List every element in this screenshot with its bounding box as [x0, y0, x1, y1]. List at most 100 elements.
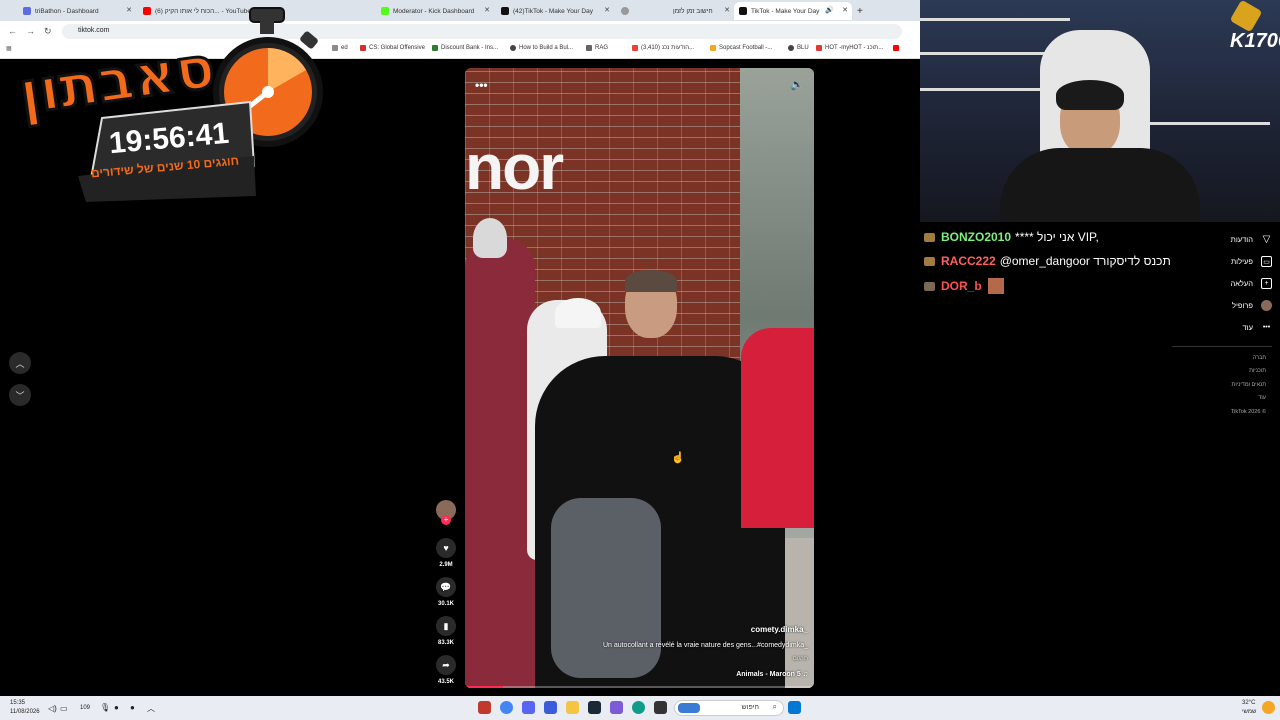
chat-badge-icon: [924, 281, 935, 291]
person-boy-cap: [555, 298, 601, 328]
weather-temp[interactable]: 32°C: [1242, 700, 1255, 706]
comment-button[interactable]: 💬 30.1K: [436, 577, 456, 607]
close-tab-icon[interactable]: ✕: [842, 6, 848, 14]
app-icon[interactable]: [544, 701, 557, 714]
speaker-icon[interactable]: ◁): [48, 704, 57, 713]
bookmark-item[interactable]: Sopcast Football -...: [710, 45, 772, 51]
bookmark-item[interactable]: CS: Global Offensive: [360, 45, 425, 51]
search-placeholder: חיפוש: [741, 704, 759, 711]
share-icon: ➦: [436, 655, 456, 675]
tray-app-icon[interactable]: ●: [114, 703, 119, 712]
app-icon[interactable]: [478, 701, 491, 714]
windows-start-icon[interactable]: [788, 701, 801, 714]
music-label[interactable]: Animals - Maroon 5 ♫: [736, 671, 808, 678]
weather-sun-icon[interactable]: [1262, 701, 1275, 714]
steam-icon[interactable]: [588, 701, 601, 714]
network-icon[interactable]: ▭: [60, 704, 68, 713]
footer-link[interactable]: תנאים ומדיניות: [1232, 382, 1266, 388]
person-left-cap: [473, 218, 507, 258]
bookmark-item[interactable]: (3,410) הודעות נכנ...: [632, 45, 694, 51]
video-player[interactable]: nor ••• 🔈 ☝ comety.dimka_ Un autocollant…: [465, 68, 814, 688]
streamer-hair: [1056, 80, 1124, 110]
clock-date[interactable]: 11/08/2026: [10, 709, 40, 715]
bookmark-icon: ▮: [436, 616, 456, 636]
tab-tiktok-1[interactable]: (42)TikTok - Make Your Day ✕: [496, 2, 614, 20]
follow-plus-icon[interactable]: +: [441, 515, 451, 525]
tiktok-icon: [501, 7, 509, 15]
nav-messages[interactable]: הודעות ▽: [1231, 234, 1272, 245]
nav-profile[interactable]: פרופיל: [1232, 300, 1272, 311]
inbox-icon: ▭: [1261, 256, 1272, 267]
gmail-icon: [632, 45, 638, 51]
globe-icon: [621, 7, 629, 15]
video-progress-bar[interactable]: [465, 686, 814, 688]
clock-time[interactable]: 15:35: [10, 700, 25, 706]
close-tab-icon[interactable]: ✕: [604, 6, 610, 14]
bookmark-item[interactable]: HOT -myHOT - תוכנ...: [816, 45, 883, 51]
creator-avatar-button[interactable]: +: [436, 500, 456, 525]
app-icon[interactable]: [610, 701, 623, 714]
tab-time-calc[interactable]: חישוב זמן לזמן ✕: [616, 2, 734, 20]
more-options-icon[interactable]: •••: [475, 78, 488, 92]
nav-upload[interactable]: העלאה +: [1230, 278, 1272, 289]
footer-link[interactable]: תוכניות: [1249, 368, 1266, 374]
video-username[interactable]: comety.dimka_: [751, 625, 808, 634]
bookmark-item[interactable]: ed: [332, 45, 348, 51]
file-explorer-icon[interactable]: [566, 701, 579, 714]
nav-more[interactable]: עוד •••: [1243, 322, 1272, 333]
discord-icon[interactable]: [522, 701, 535, 714]
tray-app-icon[interactable]: ●: [130, 703, 135, 712]
nav-activity[interactable]: פעילות ▭: [1231, 256, 1272, 267]
bookmark-item[interactable]: RAG: [586, 45, 608, 51]
windows-taskbar: 15:35 11/08/2026 ◁) ▭ 109 🎙 ● ● ︿ חיפוש …: [0, 696, 1280, 720]
chevron-up-icon: ︿: [15, 358, 25, 369]
chat-username[interactable]: RACC222: [941, 254, 996, 268]
bookmark-icon: [360, 45, 366, 51]
chat-username[interactable]: DOR_b: [941, 279, 982, 293]
bookmark-item[interactable]: Discount Bank - Ins...: [432, 45, 498, 51]
volume-icon[interactable]: 🔈: [790, 78, 804, 91]
heart-icon: ♥: [436, 538, 456, 558]
edge-icon[interactable]: [632, 701, 645, 714]
chrome-icon[interactable]: [500, 701, 513, 714]
like-button[interactable]: ♥ 2.9M: [436, 538, 456, 568]
youtube-bookmark-icon[interactable]: [893, 45, 902, 51]
emote-icon: [987, 278, 1004, 294]
close-tab-icon[interactable]: ✕: [724, 6, 730, 14]
chat-message: BONZO2010 **** אני יכול VIP,: [924, 230, 1099, 244]
save-button[interactable]: ▮ 83.3K: [436, 616, 456, 646]
tab-tiktok-active[interactable]: TikTok - Make Your Day 🔊 ✕: [734, 2, 852, 20]
bookmark-item[interactable]: How to Build a Bul...: [510, 45, 573, 51]
streamer-tag: K1706: [1230, 30, 1280, 52]
kick-icon: [381, 7, 389, 15]
chevron-up-icon[interactable]: ︿: [147, 703, 155, 714]
bookmark-icon: [788, 45, 794, 51]
speaker-icon[interactable]: 🔊: [825, 6, 834, 14]
footer-link[interactable]: חברה: [1253, 355, 1266, 361]
tab-kick[interactable]: Moderator - Kick Dashboard ✕: [376, 2, 494, 20]
mouse-cursor-icon: ☝: [671, 452, 685, 464]
close-tab-icon[interactable]: ✕: [484, 6, 490, 14]
next-video-button[interactable]: ﹀: [9, 384, 31, 406]
video-caption: Un autocollant a révélé la vraie nature …: [602, 642, 808, 649]
chat-text: **** אני יכול VIP,: [1015, 230, 1099, 244]
bookmark-item[interactable]: BLU: [788, 45, 809, 51]
taskbar-search-field[interactable]: חיפוש ⌕: [674, 700, 784, 716]
webcam-feed: K1706: [920, 0, 1280, 222]
share-button[interactable]: ➦ 43.5K: [436, 655, 456, 685]
tab-label: (42)TikTok - Make Your Day: [513, 7, 593, 15]
previous-video-button[interactable]: ︿: [9, 352, 31, 374]
app-icon[interactable]: [654, 701, 667, 714]
shelf: [920, 18, 1070, 21]
gold-logo-icon: [1229, 0, 1263, 33]
more-icon: •••: [1262, 324, 1271, 331]
mic-icon[interactable]: 🎙: [100, 703, 110, 712]
new-tab-button[interactable]: +: [852, 2, 868, 20]
tiktok-icon: [739, 7, 747, 15]
footer-link[interactable]: עוד: [1258, 395, 1266, 401]
chat-username[interactable]: BONZO2010: [941, 230, 1011, 244]
search-highlight-icon: [678, 703, 700, 713]
chat-text: @omer_dangoor תכנס לדיסקורד: [999, 254, 1171, 268]
subathon-stopwatch-overlay: סאבתון 19:56:41 חוגגים 10 שנים של שידורי…: [6, 6, 326, 202]
translate-link[interactable]: תרגום: [793, 656, 808, 662]
